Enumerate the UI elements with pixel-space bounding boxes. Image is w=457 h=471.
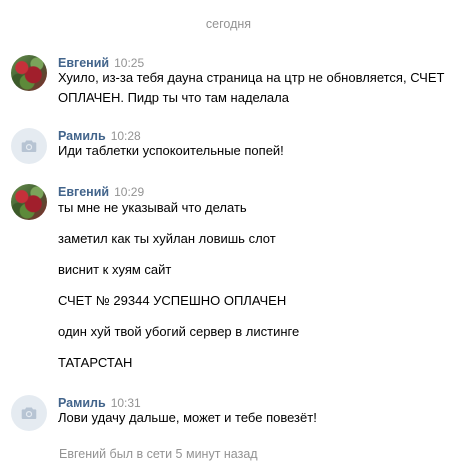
message-text: ТАТАРСТАН xyxy=(58,355,133,370)
message-text: СЧЕТ № 29344 УСПЕШНО ОПЛАЧЕН xyxy=(58,293,287,308)
message-text: Хуило, из-за тебя дауна страница на цтр … xyxy=(58,70,445,105)
message-text: один хуй твой убогий сервер в листинге xyxy=(58,324,300,339)
message-text: виснит к хуям сайт xyxy=(58,262,172,277)
camera-icon xyxy=(21,140,37,152)
message-text: Иди таблетки успокоительные попей! xyxy=(58,143,284,158)
avatar[interactable] xyxy=(11,395,47,431)
avatar[interactable] xyxy=(11,55,47,91)
online-status: Евгений был в сети 5 минут назад xyxy=(59,447,258,461)
camera-icon xyxy=(21,407,37,419)
avatar[interactable] xyxy=(11,184,47,220)
message-text: Лови удачу дальше, может и тебе повезёт! xyxy=(58,410,317,425)
date-divider: сегодня xyxy=(205,17,252,31)
author-name[interactable]: Евгений xyxy=(58,185,109,199)
message-text: ты мне не указывай что делать xyxy=(58,200,247,215)
message-text: заметил как ты хуйлан ловишь слот xyxy=(58,231,276,246)
avatar[interactable] xyxy=(11,128,47,164)
message-time[interactable]: 10:29 xyxy=(114,185,144,199)
